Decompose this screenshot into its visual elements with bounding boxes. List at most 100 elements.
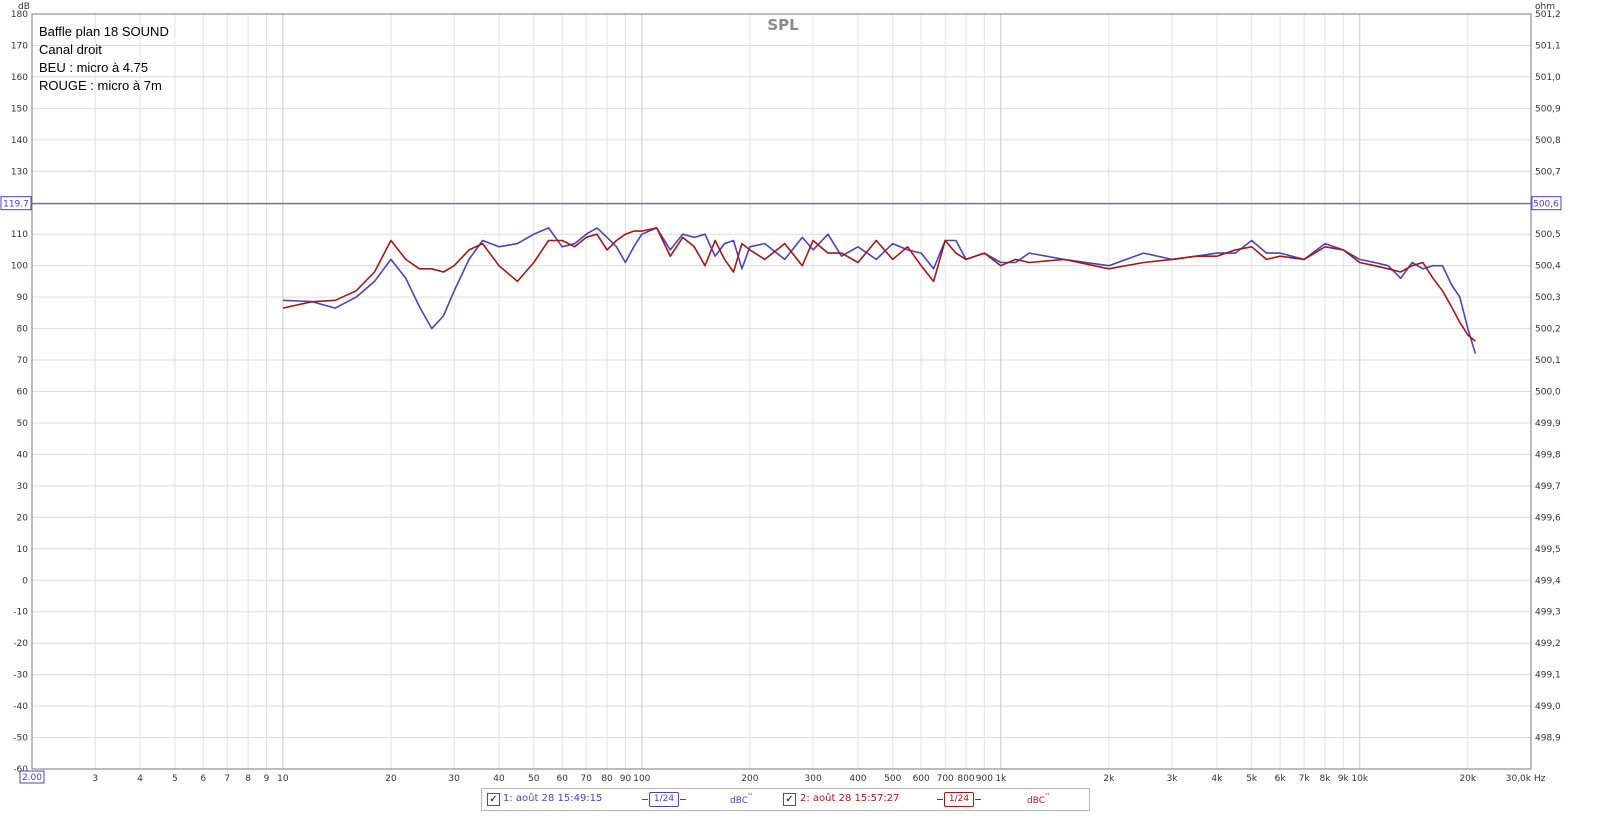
x-tick-label: 400 [849,774,866,784]
y2-tick-label: 500,9 [1535,104,1561,114]
x-start-label: 2.00 [22,773,42,783]
x-tick-label: 70 [581,774,593,784]
x-tick-label: 2k [1103,774,1115,784]
note-line-2: Canal droit [39,42,102,57]
y2-tick-label: 500,8 [1535,136,1561,146]
x-tick-label: 500 [884,774,901,784]
y-tick-label: -20 [13,639,28,649]
y2-tick-label: 498,9 [1535,734,1561,744]
legend-bar: ✓ 1: août 28 15:49:15 1/24 dBC'' ✓ 2: ao… [481,788,1090,811]
series-2-checkbox[interactable]: ✓ [783,793,796,806]
y-tick-label: -30 [13,671,28,681]
chart-title: SPL [767,16,799,34]
x-tick-label: 1k [995,774,1007,784]
y-tick-label: 110 [11,230,28,240]
y-tick-label: 130 [11,167,28,177]
x-tick-label: 3k [1167,774,1179,784]
x-tick-label: 700 [937,774,954,784]
x-tick-label: 6k [1275,774,1287,784]
x-tick-label: 20k [1459,774,1476,784]
y-tick-label: 160 [11,73,28,83]
y-tick-label: 90 [17,293,29,303]
y2-tick-label: 501,1 [1535,41,1561,51]
x-tick-label: 7k [1299,774,1311,784]
x-tick-label: 6 [200,774,206,784]
y-tick-label: 20 [17,513,29,523]
x-tick-label: 4 [137,774,143,784]
y2-tick-label: 499,4 [1535,576,1561,586]
y2-tick-label: 500,0 [1535,388,1561,398]
note-line-3: BEU : micro à 4.75 [39,60,149,75]
y2-tick-label: 499,8 [1535,450,1561,460]
x-tick-label: 50 [528,774,540,784]
x-tick-label: 8 [245,774,251,784]
spl-chart: -60-50 498,9-40 499,0-30 499,1-20 499,2-10 49… [0,2,1562,784]
x-tick-label: 3 [92,774,98,784]
grid [32,13,1531,770]
y-axis-unit: dB [18,2,30,12]
x-tick-label: 10 [277,774,289,784]
series-layer[interactable] [282,227,1477,354]
cursor-right-label: 500,6 [1533,200,1559,210]
x-tick-label: 9 [264,774,270,784]
axes: -60-50 498,9-40 499,0-30 499,1-20 499,2-10 49… [0,10,1562,784]
x-tick-label: 5k [1246,774,1258,784]
x-tick-label: 60 [556,774,568,784]
y-tick-label: 50 [17,419,29,429]
x-tick-label: 600 [913,774,930,784]
series-1-checkbox[interactable]: ✓ [487,793,500,806]
x-tick-label: 7 [224,774,230,784]
series-2-unit[interactable]: dBC'' [1027,792,1049,806]
y-tick-label: 70 [17,356,29,366]
y-tick-label: 150 [11,104,28,114]
y2-tick-label: 500,7 [1535,167,1561,177]
y-tick-label: -50 [13,734,28,744]
y2-tick-label: 499,5 [1535,545,1561,555]
series-2-smoothing-button[interactable]: 1/24 [937,792,981,807]
y-tick-label: -40 [13,702,28,712]
x-tick-label: 10k [1351,774,1368,784]
y2-tick-label: 499,0 [1535,702,1561,712]
x-end-label: 30,0k [1506,774,1532,784]
y-tick-label: 10 [17,545,29,555]
y2-tick-label: 501,0 [1535,73,1561,83]
x-tick-label: 300 [805,774,822,784]
y2-tick-label: 500,1 [1535,356,1561,366]
y-tick-label: 0 [22,576,28,586]
x-tick-label: 900 [976,774,993,784]
series-1-smoothing-button[interactable]: 1/24 [642,792,686,807]
y2-tick-label: 499,3 [1535,608,1561,618]
y-tick-label: 170 [11,41,28,51]
y-tick-label: 80 [17,325,29,335]
cursor-left-label: 119.7 [3,200,29,210]
x-tick-label: 8k [1319,774,1331,784]
x-tick-label: 9k [1338,774,1350,784]
note-line-4: ROUGE : micro à 7m [39,78,162,93]
y2-tick-label: 500,2 [1535,325,1561,335]
x-tick-label: 40 [493,774,505,784]
y-tick-label: 30 [17,482,29,492]
x-tick-label: 800 [957,774,974,784]
x-tick-label: 4k [1211,774,1223,784]
x-tick-label: 20 [385,774,397,784]
series-1-unit[interactable]: dBC'' [730,792,752,806]
y2-tick-label: 500,3 [1535,293,1561,303]
x-tick-label: 80 [601,774,613,784]
note-line-1: Baffle plan 18 SOUND [39,24,169,39]
y2-tick-label: 499,2 [1535,639,1561,649]
y2-tick-label: 499,9 [1535,419,1561,429]
y-tick-label: 60 [17,388,29,398]
x-tick-label: 100 [633,774,650,784]
x-tick-label: 30 [448,774,460,784]
series-1-label[interactable]: 1: août 28 15:49:15 [503,793,602,804]
x-tick-label: 90 [620,774,632,784]
x-tick-label: 5 [172,774,178,784]
y-tick-label: 140 [11,136,28,146]
series-line-1[interactable] [282,227,1477,354]
series-line-2[interactable] [282,227,1476,342]
x-axis-unit: Hz [1534,774,1546,784]
y2-tick-label: 499,1 [1535,671,1561,681]
series-2-label[interactable]: 2: août 28 15:57:27 [800,793,899,804]
y-tick-label: 40 [17,450,29,460]
y-tick-label: -10 [13,608,28,618]
